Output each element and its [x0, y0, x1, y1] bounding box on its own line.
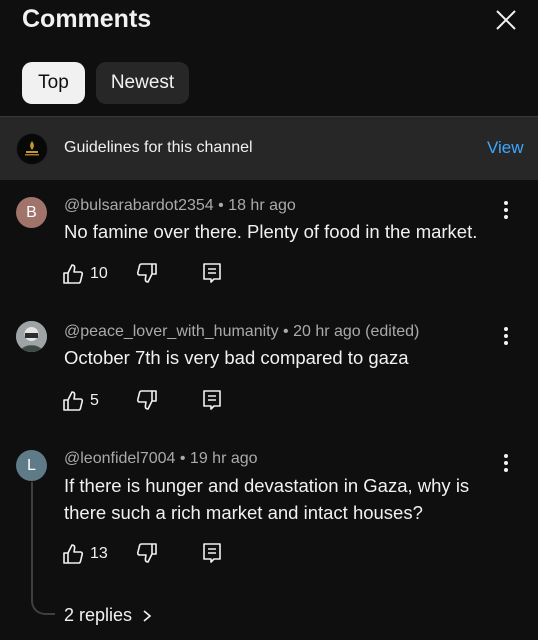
comment-meta: @leonfidel7004 • 19 hr ago: [64, 450, 258, 467]
comment-text: No famine over there. Plenty of food in …: [64, 221, 478, 242]
thumbs-up-icon: [63, 264, 84, 284]
like-count: 5: [90, 392, 99, 409]
replies-label: 2 replies: [64, 605, 133, 625]
view-guidelines-button[interactable]: View: [487, 138, 524, 158]
reply-icon: [203, 390, 221, 410]
reply-icon: [203, 263, 221, 283]
panel-title: Comments: [22, 5, 152, 33]
channel-avatar: [16, 133, 48, 165]
thumbs-up-icon: [63, 544, 84, 564]
thumbs-up-icon: [63, 391, 84, 411]
comment-meta: @peace_lover_with_humanity • 20 hr ago (…: [64, 323, 420, 340]
thumbs-down-icon: [136, 390, 157, 410]
comment-text: October 7th is very bad compared to gaza: [64, 347, 409, 368]
tab-top[interactable]: Top: [22, 62, 85, 104]
close-icon[interactable]: [494, 8, 518, 32]
dislike-button[interactable]: [136, 262, 158, 289]
guidelines-text: Guidelines for this channel: [64, 139, 253, 156]
tab-newest[interactable]: Newest: [96, 62, 189, 104]
like-count: 10: [90, 265, 108, 282]
channel-guidelines-banner[interactable]: Guidelines for this channel View: [0, 116, 538, 180]
avatar[interactable]: [16, 321, 47, 352]
more-options-icon[interactable]: [495, 325, 517, 347]
reply-button[interactable]: [202, 389, 222, 416]
more-options-icon[interactable]: [495, 199, 517, 221]
like-button[interactable]: 13: [62, 542, 108, 566]
thumbs-down-icon: [136, 543, 157, 563]
comment-meta: @bulsarabardot2354 • 18 hr ago: [64, 197, 296, 214]
reply-button[interactable]: [202, 542, 222, 569]
like-button[interactable]: 10: [62, 262, 108, 286]
like-button[interactable]: 5: [62, 389, 99, 413]
like-count: 13: [90, 545, 108, 562]
profile-picture-icon: [16, 321, 47, 352]
comment-text: If there is hunger and devastation in Ga…: [64, 475, 470, 523]
channel-logo-icon: [25, 141, 39, 156]
reply-icon: [203, 543, 221, 563]
more-options-icon[interactable]: [495, 452, 517, 474]
dislike-button[interactable]: [136, 542, 158, 569]
chevron-right-icon: [143, 609, 152, 622]
thumbs-down-icon: [136, 263, 157, 283]
thread-connector-line: [31, 482, 55, 615]
comments-header: Comments: [0, 0, 538, 44]
avatar[interactable]: B: [16, 197, 47, 228]
dislike-button[interactable]: [136, 389, 158, 416]
view-replies-button[interactable]: 2 replies: [64, 605, 154, 626]
reply-button[interactable]: [202, 262, 222, 289]
avatar[interactable]: L: [16, 450, 47, 481]
